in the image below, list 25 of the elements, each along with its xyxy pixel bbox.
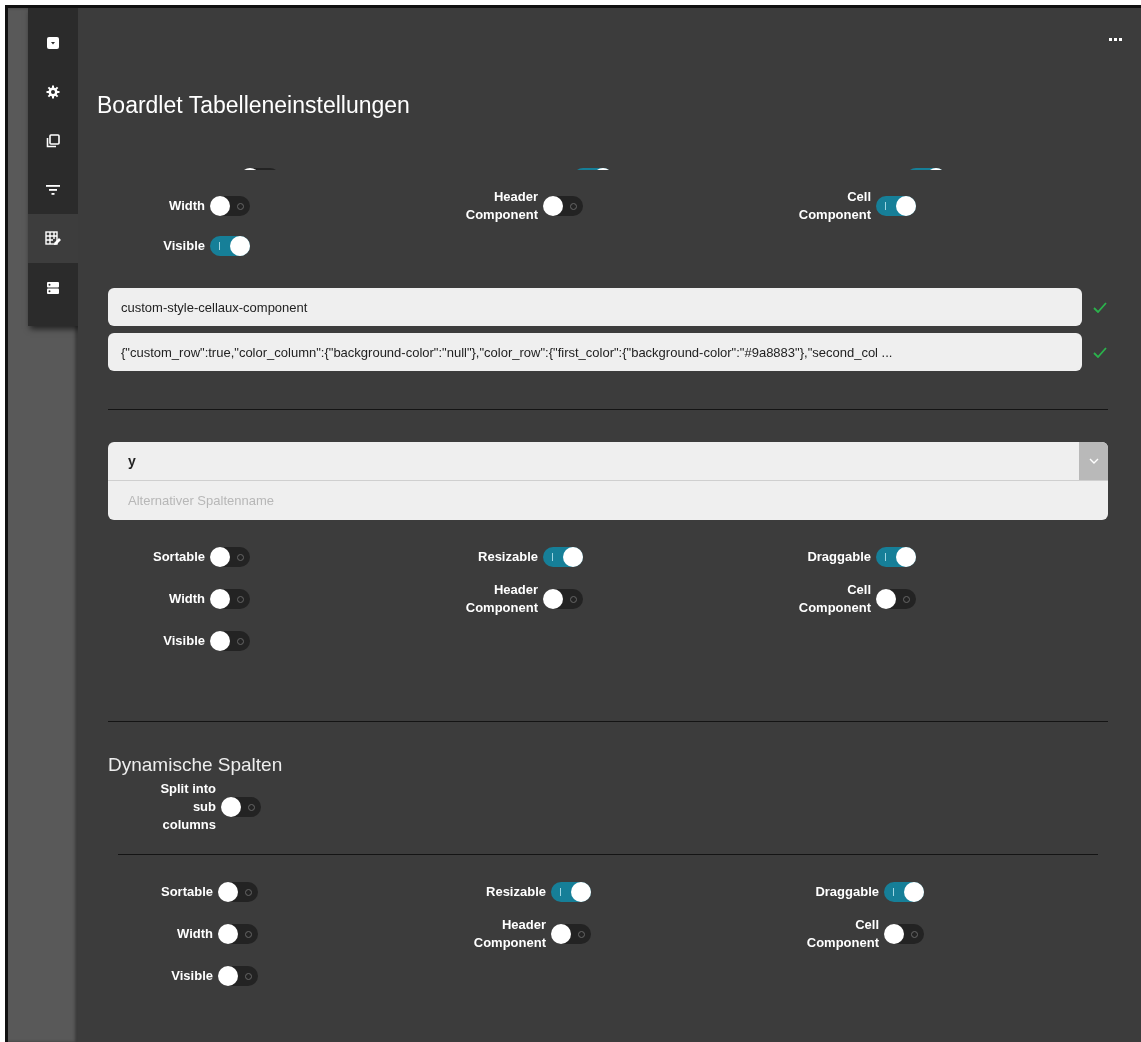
text-field[interactable]: {"custom_row":true,"color_column":{"background-color":"null"},"color_row":{"first_color":{"background-color":"#9a8883"},"second_col ... (108, 333, 1082, 371)
toggle-label: Width (169, 590, 205, 608)
toggle-label: Width (169, 197, 205, 215)
toggle-label: Resizable (478, 548, 538, 566)
toggle-label: Cell Component (805, 916, 879, 952)
text-field[interactable]: custom-style-cellaux-component (108, 288, 1082, 326)
toggle-label: Draggable (807, 548, 871, 566)
toggle-label: Cell Component (797, 188, 871, 224)
toggle-label: Header Component (464, 581, 538, 617)
toggle-label: Visible (163, 632, 205, 650)
toggle-label: Draggable (815, 883, 879, 901)
toggle-label: Width (177, 925, 213, 943)
toggle-label: Resizable (486, 883, 546, 901)
toggle-label: Sortable (153, 548, 205, 566)
toggle-label: Header Component (472, 916, 546, 952)
column-name-field[interactable]: Alternativer Spaltenname (108, 481, 1108, 520)
toggle-label: Sortable (161, 883, 213, 901)
section-heading: Dynamische Spalten (108, 754, 284, 776)
column-select[interactable]: y (108, 442, 1108, 481)
toggle-label: Visible (163, 237, 205, 255)
toggle-label: Visible (171, 967, 213, 985)
toggle-label: Split into sub columns (159, 780, 216, 834)
page-title: Boardlet Tabelleneinstellungen (97, 92, 411, 120)
toggle-label: Cell Component (797, 581, 871, 617)
toggle-label: Header Component (464, 188, 538, 224)
